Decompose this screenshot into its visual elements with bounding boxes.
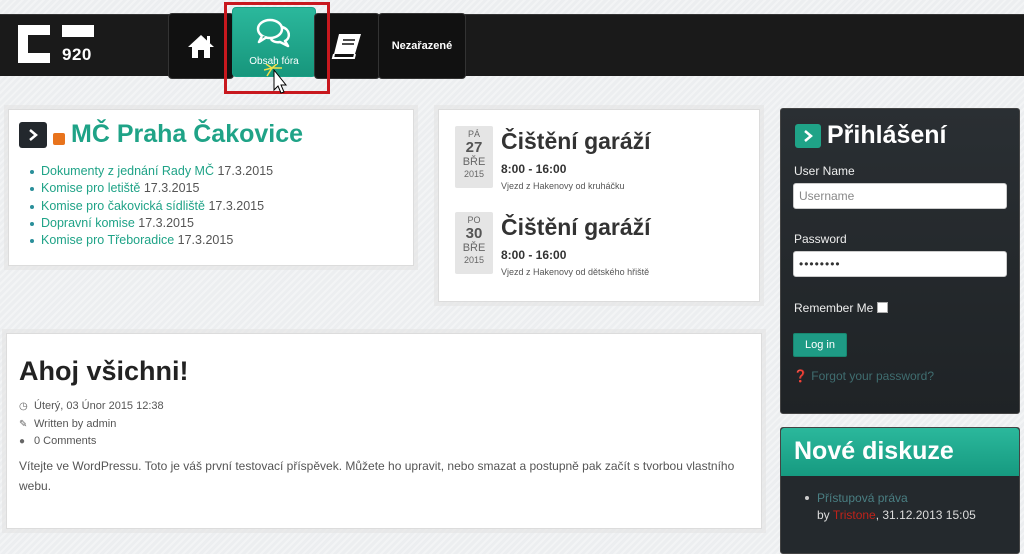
- post-comments[interactable]: ● 0 Comments: [19, 435, 96, 447]
- comments-icon: ●: [19, 435, 26, 447]
- news-list: Dokumenty z jednání Rady MČ 17.3.2015 Ko…: [29, 163, 273, 249]
- news-link[interactable]: Dopravní komise: [41, 216, 135, 230]
- new-discussions-panel: Nové diskuze Přístupová práva by Triston…: [780, 427, 1020, 554]
- password-label: Password: [794, 232, 847, 246]
- login-panel: Přihlášení User Name Username Password •…: [780, 108, 1020, 414]
- list-item: Dopravní komise 17.3.2015: [29, 215, 273, 232]
- chevron-right-icon: [795, 123, 821, 148]
- remember-me-checkbox[interactable]: [877, 302, 888, 313]
- post-body: Vítejte ve WordPressu. Toto je váš první…: [19, 459, 735, 493]
- event-date-badge: PÁ 27 BŘE 2015: [455, 126, 493, 188]
- username-label: User Name: [794, 164, 855, 178]
- nav-uncategorized-label: Nezařazené: [391, 40, 453, 52]
- nav-uncategorized-link[interactable]: Nezařazené: [378, 13, 466, 79]
- list-item: Dokumenty z jednání Rady MČ 17.3.2015: [29, 163, 273, 180]
- question-icon: ❓: [793, 369, 808, 383]
- chevron-right-icon[interactable]: [19, 121, 47, 148]
- logo-number: 920: [62, 45, 92, 64]
- username-input[interactable]: Username: [793, 183, 1007, 209]
- login-button[interactable]: Log in: [793, 333, 847, 357]
- news-title[interactable]: MČ Praha Čakovice: [71, 120, 303, 149]
- news-panel: MČ Praha Čakovice Dokumenty z jednání Ra…: [8, 109, 414, 266]
- event-title[interactable]: Čištění garáží: [501, 214, 651, 241]
- nav-book-button[interactable]: [314, 13, 380, 79]
- post-date: ◷ Úterý, 03 Únor 2015 12:38: [19, 400, 164, 412]
- list-item: Komise pro letiště 17.3.2015: [29, 180, 273, 197]
- news-link[interactable]: Komise pro letiště: [41, 181, 140, 195]
- post-panel: Ahoj všichni! ◷ Úterý, 03 Únor 2015 12:3…: [6, 333, 762, 529]
- chat-bubbles-icon: [256, 18, 291, 47]
- discussions-title: Nové diskuze: [794, 437, 954, 465]
- top-navigation-bar: 920 Obsah fóra Nezařazené: [0, 7, 1024, 79]
- event-time: 8:00 - 16:00: [501, 162, 567, 176]
- event-date-badge: PO 30 BŘE 2015: [455, 212, 493, 274]
- news-link[interactable]: Komise pro Třeboradice: [41, 233, 174, 247]
- book-icon: [331, 34, 361, 59]
- clock-icon: ◷: [19, 400, 28, 412]
- forgot-password-link[interactable]: ❓ Forgot your password?: [793, 369, 934, 383]
- pencil-icon: ✎: [19, 418, 28, 430]
- remember-me-label: Remember Me: [794, 301, 874, 315]
- list-item: Komise pro čakovická sídliště 17.3.2015: [29, 198, 273, 215]
- event-location: Vjezd z Hakenovy od kruháčku: [501, 181, 625, 191]
- discussion-topic-link[interactable]: Přístupová práva: [817, 491, 908, 505]
- list-item: Komise pro Třeboradice 17.3.2015: [29, 232, 273, 249]
- mouse-cursor-icon: [264, 64, 288, 94]
- discussion-user-link[interactable]: Tristone: [833, 508, 876, 522]
- post-title[interactable]: Ahoj všichni!: [19, 356, 189, 387]
- home-icon: [188, 35, 214, 58]
- login-title: Přihlášení: [827, 121, 947, 149]
- password-input[interactable]: ••••••••: [793, 251, 1007, 277]
- news-link[interactable]: Dokumenty z jednání Rady MČ: [41, 164, 214, 178]
- list-item: Přístupová práva by Tristone, 31.12.2013…: [805, 491, 976, 522]
- nav-home-button[interactable]: [168, 13, 234, 79]
- post-author: ✎ Written by admin: [19, 418, 117, 430]
- site-logo[interactable]: 920: [18, 25, 98, 67]
- news-link[interactable]: Komise pro čakovická sídliště: [41, 199, 205, 213]
- event-title[interactable]: Čištění garáží: [501, 128, 651, 155]
- event-time: 8:00 - 16:00: [501, 248, 567, 262]
- events-panel: PÁ 27 BŘE 2015 Čištění garáží 8:00 - 16:…: [438, 109, 760, 302]
- rss-icon[interactable]: [53, 132, 65, 145]
- event-location: Vjezd z Hakenovy od dětského hřiště: [501, 267, 650, 277]
- logo-bar-shape: [62, 25, 94, 37]
